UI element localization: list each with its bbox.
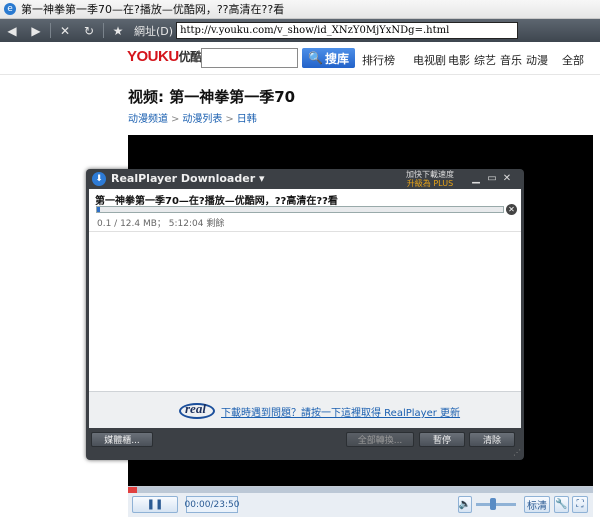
downloader-titlebar[interactable]: ⬇ RealPlayer Downloader ▾ 加快下載速度 升級為 PLU… bbox=[86, 169, 524, 189]
seek-bar[interactable] bbox=[128, 487, 593, 493]
breadcrumb: 动漫频道 > 动漫列表 > 日韩 bbox=[128, 110, 257, 125]
stop-icon[interactable]: ✕ bbox=[53, 19, 77, 42]
resize-grip-icon[interactable]: ⋰ bbox=[513, 448, 521, 457]
download-arrow-icon: ⬇ bbox=[92, 172, 106, 186]
nav-link-all[interactable]: 全部 bbox=[562, 52, 584, 68]
volume-slider-handle[interactable] bbox=[489, 498, 496, 510]
download-progress-bar bbox=[96, 206, 504, 213]
pause-download-button[interactable]: 暫停 bbox=[419, 432, 465, 447]
browser-toolbar: ◀ ▶ ✕ ↻ ★ 網址(D) http://v.youku.com/v_sho… bbox=[0, 19, 600, 42]
nav-link-tv[interactable]: 电视剧 bbox=[413, 52, 446, 68]
time-display: 00:00/23:50 bbox=[185, 496, 239, 513]
title-dropdown-icon[interactable]: ▾ bbox=[259, 172, 265, 185]
breadcrumb-anime-channel[interactable]: 动漫频道 bbox=[128, 114, 168, 125]
search-button-label: 搜库 bbox=[324, 51, 349, 66]
clear-button[interactable]: 清除 bbox=[469, 432, 515, 447]
real-logo: real bbox=[179, 399, 217, 421]
pause-button[interactable]: ❚❚ bbox=[132, 496, 178, 513]
browser-titlebar: e 第一神拳第一季70—在?播放—优酷网，??高清在??看 bbox=[0, 0, 600, 19]
fullscreen-icon: ⛶ bbox=[576, 499, 584, 510]
address-bar[interactable]: http://v.youku.com/v_show/id_XNzY0MjYxND… bbox=[176, 22, 519, 39]
quality-button[interactable]: 标清 bbox=[524, 496, 550, 513]
volume-slider-track[interactable] bbox=[476, 503, 516, 506]
maximize-icon[interactable]: ▭ bbox=[486, 173, 498, 184]
real-logo-text: real bbox=[185, 401, 206, 416]
download-file-name: 第一神拳第一季70—在?播放—优酷网，??高清在??看 bbox=[95, 196, 338, 207]
close-icon[interactable]: ✕ bbox=[501, 173, 513, 184]
nav-link-ranking[interactable]: 排行榜 bbox=[362, 52, 395, 68]
cancel-download-icon[interactable]: ✕ bbox=[506, 204, 517, 215]
toolbar-divider bbox=[50, 23, 51, 38]
logo-text: YOUKU bbox=[127, 48, 179, 65]
breadcrumb-separator: > bbox=[225, 114, 234, 125]
settings-button[interactable]: 🔧 bbox=[554, 496, 569, 513]
wrench-icon: 🔧 bbox=[555, 499, 568, 510]
refresh-icon[interactable]: ↻ bbox=[77, 19, 101, 42]
site-search-input[interactable] bbox=[201, 48, 298, 68]
site-search-button[interactable]: 🔍 搜库 bbox=[302, 48, 355, 68]
library-button[interactable]: 媒體櫃... bbox=[91, 432, 153, 447]
browser-app-icon: e bbox=[4, 3, 16, 15]
minimize-icon[interactable]: ▁ bbox=[470, 173, 482, 184]
download-status: 0.1 / 12.4 MB； 5:12:04 剩餘 bbox=[97, 219, 225, 229]
breadcrumb-japan-korea[interactable]: 日韩 bbox=[237, 114, 257, 125]
upgrade-speed-link[interactable]: 加快下載速度 升級為 PLUS bbox=[406, 170, 454, 188]
fullscreen-button[interactable]: ⛶ bbox=[572, 496, 588, 513]
speaker-icon: 🔈 bbox=[458, 499, 472, 510]
browser-window-title: 第一神拳第一季70—在?播放—优酷网，??高清在??看 bbox=[21, 3, 285, 16]
nav-link-movies[interactable]: 电影 bbox=[448, 52, 470, 68]
realplayer-downloader-window: ⬇ RealPlayer Downloader ▾ 加快下載速度 升級為 PLU… bbox=[86, 169, 524, 460]
toolbar-divider bbox=[103, 23, 104, 38]
downloader-title: RealPlayer Downloader ▾ bbox=[111, 172, 265, 185]
list-divider bbox=[89, 231, 521, 232]
page-title: 视频: 第一神拳第一季70 bbox=[128, 88, 296, 106]
plus-label: PLUS bbox=[433, 179, 454, 188]
player-controls: ❚❚ 00:00/23:50 🔈 标清 🔧 ⛶ bbox=[128, 486, 593, 517]
nav-link-music[interactable]: 音乐 bbox=[500, 52, 522, 68]
downloader-title-text: RealPlayer Downloader bbox=[111, 172, 256, 185]
logo-cn-text: 优酷 bbox=[178, 50, 203, 64]
breadcrumb-separator: > bbox=[171, 114, 180, 125]
breadcrumb-anime-list[interactable]: 动漫列表 bbox=[182, 114, 222, 125]
back-icon[interactable]: ◀ bbox=[0, 19, 24, 42]
convert-all-button[interactable]: 全部轉換... bbox=[346, 432, 414, 447]
update-help-link[interactable]: 下載時遇到問題？請按一下這裡取得 RealPlayer 更新 bbox=[221, 404, 460, 419]
download-progress-fill bbox=[97, 207, 101, 212]
search-icon: 🔍 bbox=[308, 51, 323, 65]
downloader-footer: 媒體櫃... 全部轉換... 暫停 清除 ⋰ bbox=[86, 428, 524, 460]
forward-icon[interactable]: ▶ bbox=[24, 19, 48, 42]
volume-button[interactable]: 🔈 bbox=[458, 496, 472, 513]
youku-logo[interactable]: YOUKU优酷 bbox=[127, 48, 202, 65]
speed-line-1: 加快下載速度 bbox=[406, 170, 454, 179]
pause-icon: ❚❚ bbox=[146, 499, 164, 510]
favorite-star-icon[interactable]: ★ bbox=[106, 19, 130, 42]
seek-progress bbox=[128, 487, 138, 493]
nav-link-variety[interactable]: 综艺 bbox=[474, 52, 496, 68]
site-header: YOUKU优酷 🔍 搜库 排行榜 电视剧 电影 综艺 音乐 动漫 全部 bbox=[0, 42, 600, 75]
speed-line-2: 升級為 bbox=[406, 179, 431, 188]
address-label: 網址(D) bbox=[134, 24, 174, 38]
update-promo-bar: real 下載時遇到問題？請按一下這裡取得 RealPlayer 更新 bbox=[89, 391, 521, 428]
nav-link-anime[interactable]: 动漫 bbox=[526, 52, 548, 68]
